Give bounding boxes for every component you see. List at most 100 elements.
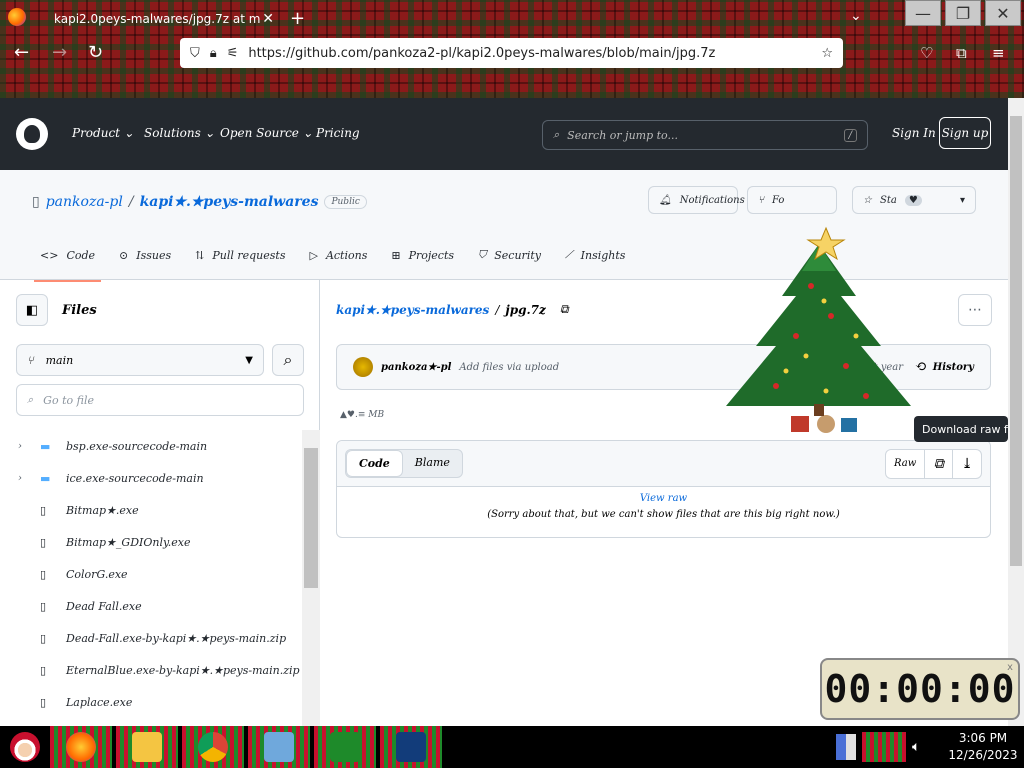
chevron-down-icon: ▼ [245,354,253,366]
code-icon: <> [40,248,59,262]
download-icon[interactable]: ⤓ [952,449,981,478]
taskbar-firefox[interactable] [50,726,112,768]
branch-select[interactable]: ⑂ main ▼ [16,344,264,376]
blob-actions: Raw ⧉ ⤓ [884,448,982,479]
search-icon: ⌕ [283,350,293,369]
list-item[interactable]: › ▬ ice.exe-sourcecode-main [0,462,302,494]
list-item[interactable]: ▯ ColorG.exe [0,558,302,590]
repo-tabs: <> Code ⊙ Issues ⇅ Pull requests ▷ Actions ⊞… [28,240,638,282]
new-tab-icon[interactable]: + [290,8,305,29]
repo-sep: / [128,194,134,210]
commit-author[interactable]: pankoza★-pl [381,362,451,373]
tab-projects[interactable]: ⊞ Projects [379,240,466,270]
blame-tab-button[interactable]: Blame [403,450,462,477]
go-to-file-input[interactable]: ⌕ Go to file [16,384,304,416]
notifications-button[interactable]: 🔔︎ Notifications [648,186,745,214]
tab-pull-requests[interactable]: ⇅ Pull requests [183,240,297,270]
timer-overlay[interactable]: 00:00:00 x [820,658,1020,720]
minimize-icon[interactable]: — [905,0,941,26]
visibility-badge: Public [324,195,367,209]
repo-name-link[interactable]: kapi★.★peys-malwares [140,194,319,210]
timer-close-icon[interactable]: x [1007,662,1014,673]
taskbar-chrome[interactable] [182,726,244,768]
tree-icon [330,732,360,762]
back-icon[interactable]: ← [14,42,29,63]
nav-product[interactable]: Product ⌄ [72,126,134,140]
copy-icon[interactable]: ⧉ [924,449,952,478]
browser-chrome: kapi2.0peys-malwares/jpg.7z at m ✕ + ⌄ —… [0,0,1024,98]
tab-code[interactable]: <> Code [28,240,107,282]
system-tray: 🔈︎ [830,726,940,768]
tab-security[interactable]: ⛉ Security [466,240,553,270]
tray-app-icon[interactable] [862,732,906,762]
star-dropdown-icon[interactable]: ▾ [960,195,965,206]
flag-icon[interactable] [836,734,856,760]
github-logo-icon[interactable] [16,118,48,150]
sign-in-link[interactable]: Sign In [892,126,936,140]
tab-actions[interactable]: ▷ Actions [297,240,379,270]
extensions-icon[interactable]: ⧉ [956,44,967,62]
list-tabs-icon[interactable]: ⌄ [850,8,862,24]
close-window-icon[interactable]: ✕ [985,0,1021,26]
commit-message[interactable]: Add files via upload [459,362,559,373]
sidebar-scrollbar[interactable] [302,430,320,726]
breadcrumb: kapi★.★peys-malwares / jpg.7z ⧉ [336,302,568,317]
volume-icon[interactable]: 🔈︎ [912,739,920,755]
sign-up-button[interactable]: Sign up [939,117,991,149]
view-raw-link[interactable]: View raw [337,491,990,507]
raw-button[interactable]: Raw [886,450,924,478]
more-options-icon[interactable]: ⋯ [958,294,992,326]
search-files-button[interactable]: ⌕ [272,344,304,376]
history-link[interactable]: History [933,362,974,373]
tab-insights[interactable]: ⟋ Insights [553,240,638,270]
copy-path-icon[interactable]: ⧉ [560,302,569,317]
shield-icon[interactable]: ⛉ [190,46,200,61]
repo-owner-link[interactable]: pankoza-pl [46,194,123,210]
address-bar[interactable]: ⛉ 🔒︎ ⚟ https://github.com/pankoza2-pl/ka… [180,38,843,68]
lock-icon[interactable]: 🔒︎ [210,46,217,61]
collapse-sidebar-icon[interactable]: ◧ [16,294,48,326]
taskbar-christmas-tree[interactable] [314,726,376,768]
list-item[interactable]: ▯ Dead Fall.exe [0,590,302,622]
avatar[interactable] [353,357,373,377]
list-item[interactable]: ▯ Bitmap★.exe [0,494,302,526]
restore-icon[interactable]: ❐ [945,0,981,26]
menu-icon[interactable]: ≡ [992,44,1005,62]
forward-icon[interactable]: → [52,42,67,63]
picture-icon [264,732,294,762]
taskbar-explorer[interactable] [116,726,178,768]
search-input[interactable]: ⌕ Search or jump to... / [542,120,868,150]
close-tab-icon[interactable]: ✕ [262,11,274,27]
taskbar-star-app[interactable] [380,726,442,768]
pocket-icon[interactable]: ♡ [920,44,933,62]
browser-tab[interactable]: kapi2.0peys-malwares/jpg.7z at m ✕ [44,4,284,34]
taskbar-clock[interactable]: 3:06 PM 12/26/2023 [948,730,1018,764]
nav-pricing[interactable]: Pricing [316,126,360,140]
folder-icon [132,732,162,762]
nav-solutions[interactable]: Solutions ⌄ [144,126,215,140]
reload-icon[interactable]: ↻ [88,42,103,63]
files-title: Files [62,302,97,318]
search-icon: ⌕ [553,128,560,141]
star-button[interactable]: ☆ Sta ♥ ▾ [852,186,976,214]
start-button[interactable] [0,726,50,768]
star-icon [396,732,426,762]
list-item[interactable]: ▯ EternalBlue.exe-by-kapi★.★peys-main.zip [0,654,302,686]
permissions-icon[interactable]: ⚟ [227,46,239,61]
list-item[interactable]: ▯ Bitmap★_GDIOnly.exe [0,526,302,558]
code-tab-button[interactable]: Code [346,450,403,477]
fork-icon: ⑂ [758,194,764,206]
fork-button[interactable]: ⑂ Fo [747,186,837,214]
url-text[interactable]: https://github.com/pankoza2-pl/kapi2.0pe… [248,46,811,61]
bookmark-star-icon[interactable]: ☆ [821,46,833,61]
page-scrollbar[interactable] [1008,98,1024,726]
firefox-icon[interactable] [8,8,26,26]
play-icon: ▷ [309,248,318,262]
taskbar-picture-viewer[interactable] [248,726,310,768]
list-item[interactable]: ▯ Laplace.exe [0,686,302,718]
list-item[interactable]: › ▬ bsp.exe-sourcecode-main [0,430,302,462]
tab-issues[interactable]: ⊙ Issues [107,240,183,270]
nav-open-source[interactable]: Open Source ⌄ [220,126,313,140]
breadcrumb-repo-link[interactable]: kapi★.★peys-malwares [336,303,489,317]
list-item[interactable]: ▯ Dead-Fall.exe-by-kapi★.★peys-main.zip [0,622,302,654]
